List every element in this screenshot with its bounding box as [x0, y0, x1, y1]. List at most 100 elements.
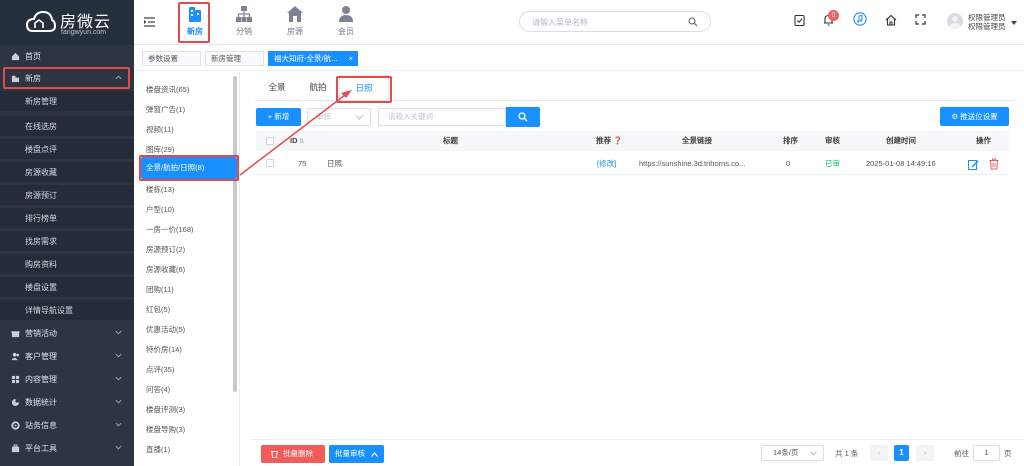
sidebar-subitem-label: 新房管理 [25, 97, 57, 106]
tag-new-house-manage[interactable]: 新房管理 [205, 51, 264, 66]
home-icon[interactable] [885, 14, 897, 26]
menu-search-input[interactable]: 请输入菜单名称 [519, 11, 711, 32]
th-id[interactable]: ID ⇅ [290, 131, 304, 151]
scrollbar[interactable] [233, 76, 237, 392]
sidebar-item-statistics[interactable]: 数据统计 [0, 391, 134, 414]
chevron-down-icon [115, 422, 122, 427]
sidebar-item-site-info[interactable]: 站务信息 [0, 414, 134, 437]
edit-icon[interactable] [968, 159, 979, 170]
sidebar-item-label: 数据统计 [25, 398, 57, 407]
gear-icon [11, 421, 20, 430]
people-icon [11, 352, 20, 361]
category-item[interactable]: 一房一价(168) [146, 224, 194, 235]
close-icon[interactable]: × [349, 52, 353, 65]
sidebar-subitem[interactable]: 新房管理 [0, 91, 134, 111]
tag-param-settings[interactable]: 参数设置 [142, 51, 201, 66]
sidebar-subitem[interactable]: 楼盘点评 [0, 139, 134, 159]
menu-fold-icon[interactable] [144, 17, 155, 27]
header-label: 推荐 [596, 136, 611, 145]
sidebar-item-tools[interactable]: 平台工具 [0, 437, 134, 460]
category-item[interactable]: 团购(11) [146, 284, 174, 295]
th-recommend: 推荐 ❓ [596, 131, 622, 151]
sidebar-subitem[interactable]: 楼盘设置 [0, 277, 134, 297]
category-item[interactable]: 弹窗广告(1) [146, 104, 185, 115]
question-icon[interactable]: ❓ [611, 136, 622, 145]
edit-recommend-link[interactable]: [修改] [597, 152, 616, 175]
top-nav-listings[interactable]: 房源 [280, 5, 310, 39]
category-item[interactable]: 楼盘评测(3) [146, 404, 185, 415]
sidebar-item-home[interactable]: 首页 [0, 45, 134, 68]
category-item[interactable]: 问答(4) [146, 384, 170, 395]
chevron-up-icon [371, 452, 378, 457]
search-icon[interactable] [688, 17, 698, 27]
sidebar-item-marketing[interactable]: 营销活动 [0, 322, 134, 345]
logo[interactable]: 房微云 fangwyun.com [0, 0, 134, 45]
category-item[interactable]: 房源收藏(6) [146, 264, 185, 275]
top-nav-members[interactable]: 会员 [331, 5, 361, 39]
category-item[interactable]: 楼栋(13) [146, 184, 174, 195]
tag-panorama-current[interactable]: 福大知府-全景/航... × [268, 51, 358, 66]
category-item[interactable]: 特价房(14) [146, 344, 182, 355]
chevron-down-icon [115, 353, 122, 358]
cell-id: 75 [298, 159, 307, 168]
clipboard-check-icon[interactable] [794, 14, 805, 26]
category-item[interactable]: 户型(10) [146, 204, 174, 215]
row-checkbox[interactable] [266, 159, 274, 167]
notification-badge: 0 [828, 10, 839, 21]
category-item[interactable]: 直播(1) [146, 444, 170, 455]
music-note-icon[interactable] [853, 12, 867, 26]
select-all-checkbox[interactable] [266, 137, 274, 145]
cell-sort: 0 [786, 159, 791, 168]
category-item[interactable]: 点评(35) [146, 364, 174, 375]
sidebar-subitem[interactable]: 在线选房 [0, 116, 134, 136]
fullscreen-icon[interactable] [915, 14, 926, 25]
category-item[interactable]: 优惠活动(5) [146, 324, 185, 335]
sidebar-subitem[interactable]: 排行榜单 [0, 208, 134, 228]
sidebar-item-content[interactable]: 内容管理 [0, 368, 134, 391]
avatar[interactable] [947, 13, 963, 29]
next-page-button[interactable]: › [916, 445, 934, 461]
caret-down-icon[interactable] [1011, 21, 1017, 25]
user-avatar-icon [949, 16, 961, 29]
page-number-current[interactable]: 1 [894, 445, 909, 461]
keyword-search-input[interactable]: 请输入关键词 [378, 108, 506, 126]
push-position-settings-button[interactable]: ⚙ 推送位设置 [940, 107, 1009, 126]
tab-panorama[interactable]: 全景 [258, 75, 296, 100]
chevron-left-icon: ‹ [877, 448, 881, 457]
cell-review-status[interactable]: 已审 [825, 152, 840, 175]
trash-icon[interactable] [989, 158, 999, 170]
review-filter-select[interactable]: 审核 [307, 108, 371, 126]
add-button[interactable]: + 新增 [256, 108, 301, 126]
th-sort: 排序 [783, 136, 798, 145]
batch-review-button[interactable]: 批量审核 [329, 445, 384, 463]
sidebar-subitem[interactable]: 详情导航设置 [0, 300, 134, 320]
sidebar-subitem[interactable]: 房源收藏 [0, 162, 134, 182]
category-item[interactable]: 视频(11) [146, 124, 174, 135]
search-placeholder: 请输入菜单名称 [532, 18, 588, 27]
top-nav-distribution[interactable]: 分销 [229, 5, 259, 39]
sidebar-item-customers[interactable]: 客户管理 [0, 345, 134, 368]
sidebar-subitem[interactable]: 房源预订 [0, 185, 134, 205]
header-label: ID [290, 136, 298, 145]
category-item[interactable]: 楼盘导购(3) [146, 424, 185, 435]
th-actions: 操作 [976, 136, 991, 145]
sidebar-subitem[interactable]: 购房资料 [0, 254, 134, 274]
goto-page-input[interactable]: 1 [973, 445, 1000, 461]
search-button[interactable] [506, 107, 540, 127]
prev-page-button[interactable]: ‹ [870, 445, 888, 461]
sidebar-item-label: 平台工具 [25, 444, 57, 453]
user-role[interactable]: 权限管理员 [968, 21, 1006, 32]
toolbox-icon [11, 444, 20, 453]
page-size-select[interactable]: 14条/页 [761, 445, 824, 461]
sidebar-subitem-label: 排行榜单 [25, 214, 57, 223]
category-item[interactable]: 楼盘资讯(65) [146, 84, 189, 95]
category-item[interactable]: 红包(5) [146, 304, 170, 315]
chevron-down-icon [115, 445, 122, 450]
tab-aerial[interactable]: 航拍 [299, 75, 337, 100]
sidebar-subitem[interactable]: 找房需求 [0, 231, 134, 251]
batch-delete-button[interactable]: 批量删除 [261, 445, 325, 463]
category-item[interactable]: 房源预订(2) [146, 244, 185, 255]
category-item[interactable]: 图库(29) [146, 144, 174, 155]
chevron-down-icon [115, 399, 122, 404]
sidebar-subitem-label: 在线选房 [25, 122, 57, 131]
